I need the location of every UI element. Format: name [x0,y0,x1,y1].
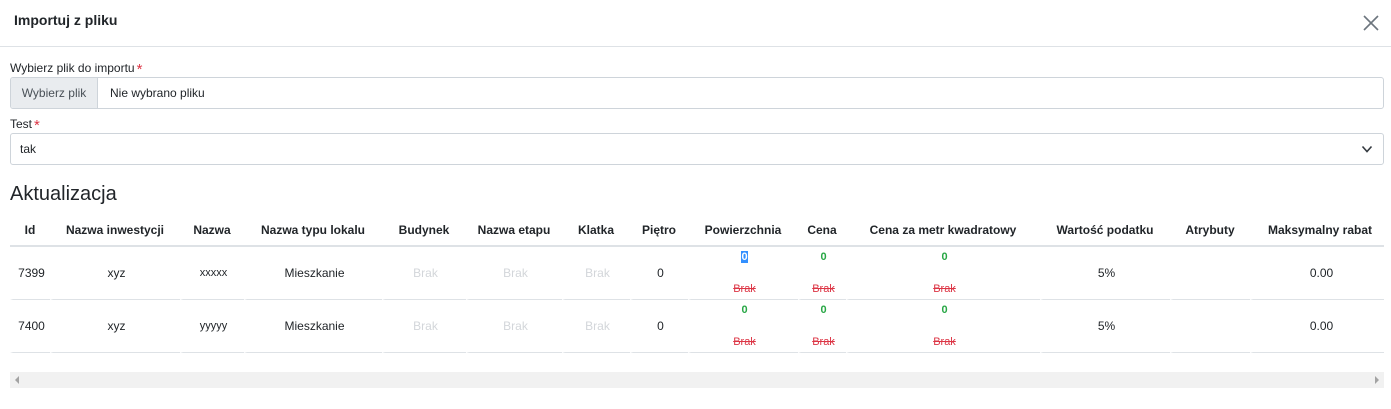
cell-tax: 5% [1040,300,1170,353]
ppm-old-value: Brak [933,283,956,295]
cell-price-per-m2: 0 Brak [846,300,1040,353]
modal-title: Importuj z pliku [14,12,118,28]
cell-floor: 0 [630,300,688,353]
import-table: Id Nazwa inwestycji Nazwa Nazwa typu lok… [10,215,1384,353]
close-button[interactable] [1358,10,1384,36]
table-header-row: Id Nazwa inwestycji Nazwa Nazwa typu lok… [10,215,1384,247]
cell-investment: xyz [50,300,180,353]
chevron-down-icon [1361,145,1373,153]
cell-price: 0 Brak [798,247,846,300]
cell-floor: 0 [630,247,688,300]
file-field-label-text: Wybierz plik do importu [10,61,135,75]
file-name-text: Nie wybrano pliku [110,86,205,100]
file-input[interactable]: Wybierz plik Nie wybrano pliku [10,77,1384,109]
cell-id: 7400 [10,300,50,353]
test-field-label: Test * [10,117,40,134]
column-header: Cena [798,215,846,247]
area-new-value: 0 [741,304,748,316]
cell-name: yyyyy [180,300,244,353]
area-old-value: Brak [733,336,756,348]
table-row: 7399 xyz xxxxx Mieszkanie Brak Brak Brak… [10,247,1384,300]
price-old-value: Brak [812,336,835,348]
column-header: Nazwa typu lokalu [244,215,382,247]
close-icon [1363,15,1379,31]
cell-price-per-m2: 0 Brak [846,247,1040,300]
ppm-new-value: 0 [941,304,948,316]
column-header: Powierzchnia [688,215,798,247]
file-field-label: Wybierz plik do importu * [10,61,143,78]
scroll-left-arrow-icon[interactable] [15,376,19,384]
cell-investment: xyz [50,247,180,300]
cell-name: xxxxx [180,247,244,300]
test-select-value: tak [20,142,37,156]
scroll-right-arrow-icon[interactable] [1375,376,1379,384]
table-row: 7400 xyz yyyyy Mieszkanie Brak Brak Brak… [10,300,1384,353]
column-header: Atrybuty [1170,215,1250,247]
cell-price: 0 Brak [798,300,846,353]
cell-type: Mieszkanie [244,300,382,353]
price-new-value: 0 [820,251,827,263]
modal-header: Importuj z pliku [0,0,1391,47]
import-table-container: Id Nazwa inwestycji Nazwa Nazwa typu lok… [10,215,1384,360]
cell-attributes [1170,300,1250,353]
column-header: Nazwa etapu [466,215,562,247]
column-header: Klatka [562,215,630,247]
cell-staircase: Brak [562,247,630,300]
cell-max-discount: 0.00 [1250,247,1384,300]
column-header: Piętro [630,215,688,247]
cell-tax: 5% [1040,247,1170,300]
price-new-value: 0 [820,304,827,316]
cell-area: 0 Brak [688,300,798,353]
test-select[interactable]: tak [10,133,1384,165]
area-new-value: 0 [741,251,748,263]
price-old-value: Brak [812,283,835,295]
ppm-new-value: 0 [941,251,948,263]
cell-area: 0 Brak [688,247,798,300]
required-mark: * [34,117,40,134]
cell-max-discount: 0.00 [1250,300,1384,353]
area-old-value: Brak [733,283,756,295]
ppm-old-value: Brak [933,336,956,348]
column-header: Nazwa inwestycji [50,215,180,247]
column-header: Id [10,215,50,247]
column-header: Budynek [382,215,466,247]
cell-id: 7399 [10,247,50,300]
choose-file-button[interactable]: Wybierz plik [11,78,98,108]
column-header: Cena za metr kwadratowy [846,215,1040,247]
horizontal-scrollbar[interactable] [10,372,1384,388]
column-header: Nazwa [180,215,244,247]
cell-building: Brak [382,300,466,353]
cell-type: Mieszkanie [244,247,382,300]
cell-stage: Brak [466,300,562,353]
cell-stage: Brak [466,247,562,300]
column-header: Wartość podatku [1040,215,1170,247]
cell-building: Brak [382,247,466,300]
column-header: Maksymalny rabat [1250,215,1384,247]
test-field-label-text: Test [10,117,33,131]
required-mark: * [136,61,143,78]
cell-attributes [1170,247,1250,300]
cell-staircase: Brak [562,300,630,353]
section-title: Aktualizacja [10,183,117,205]
